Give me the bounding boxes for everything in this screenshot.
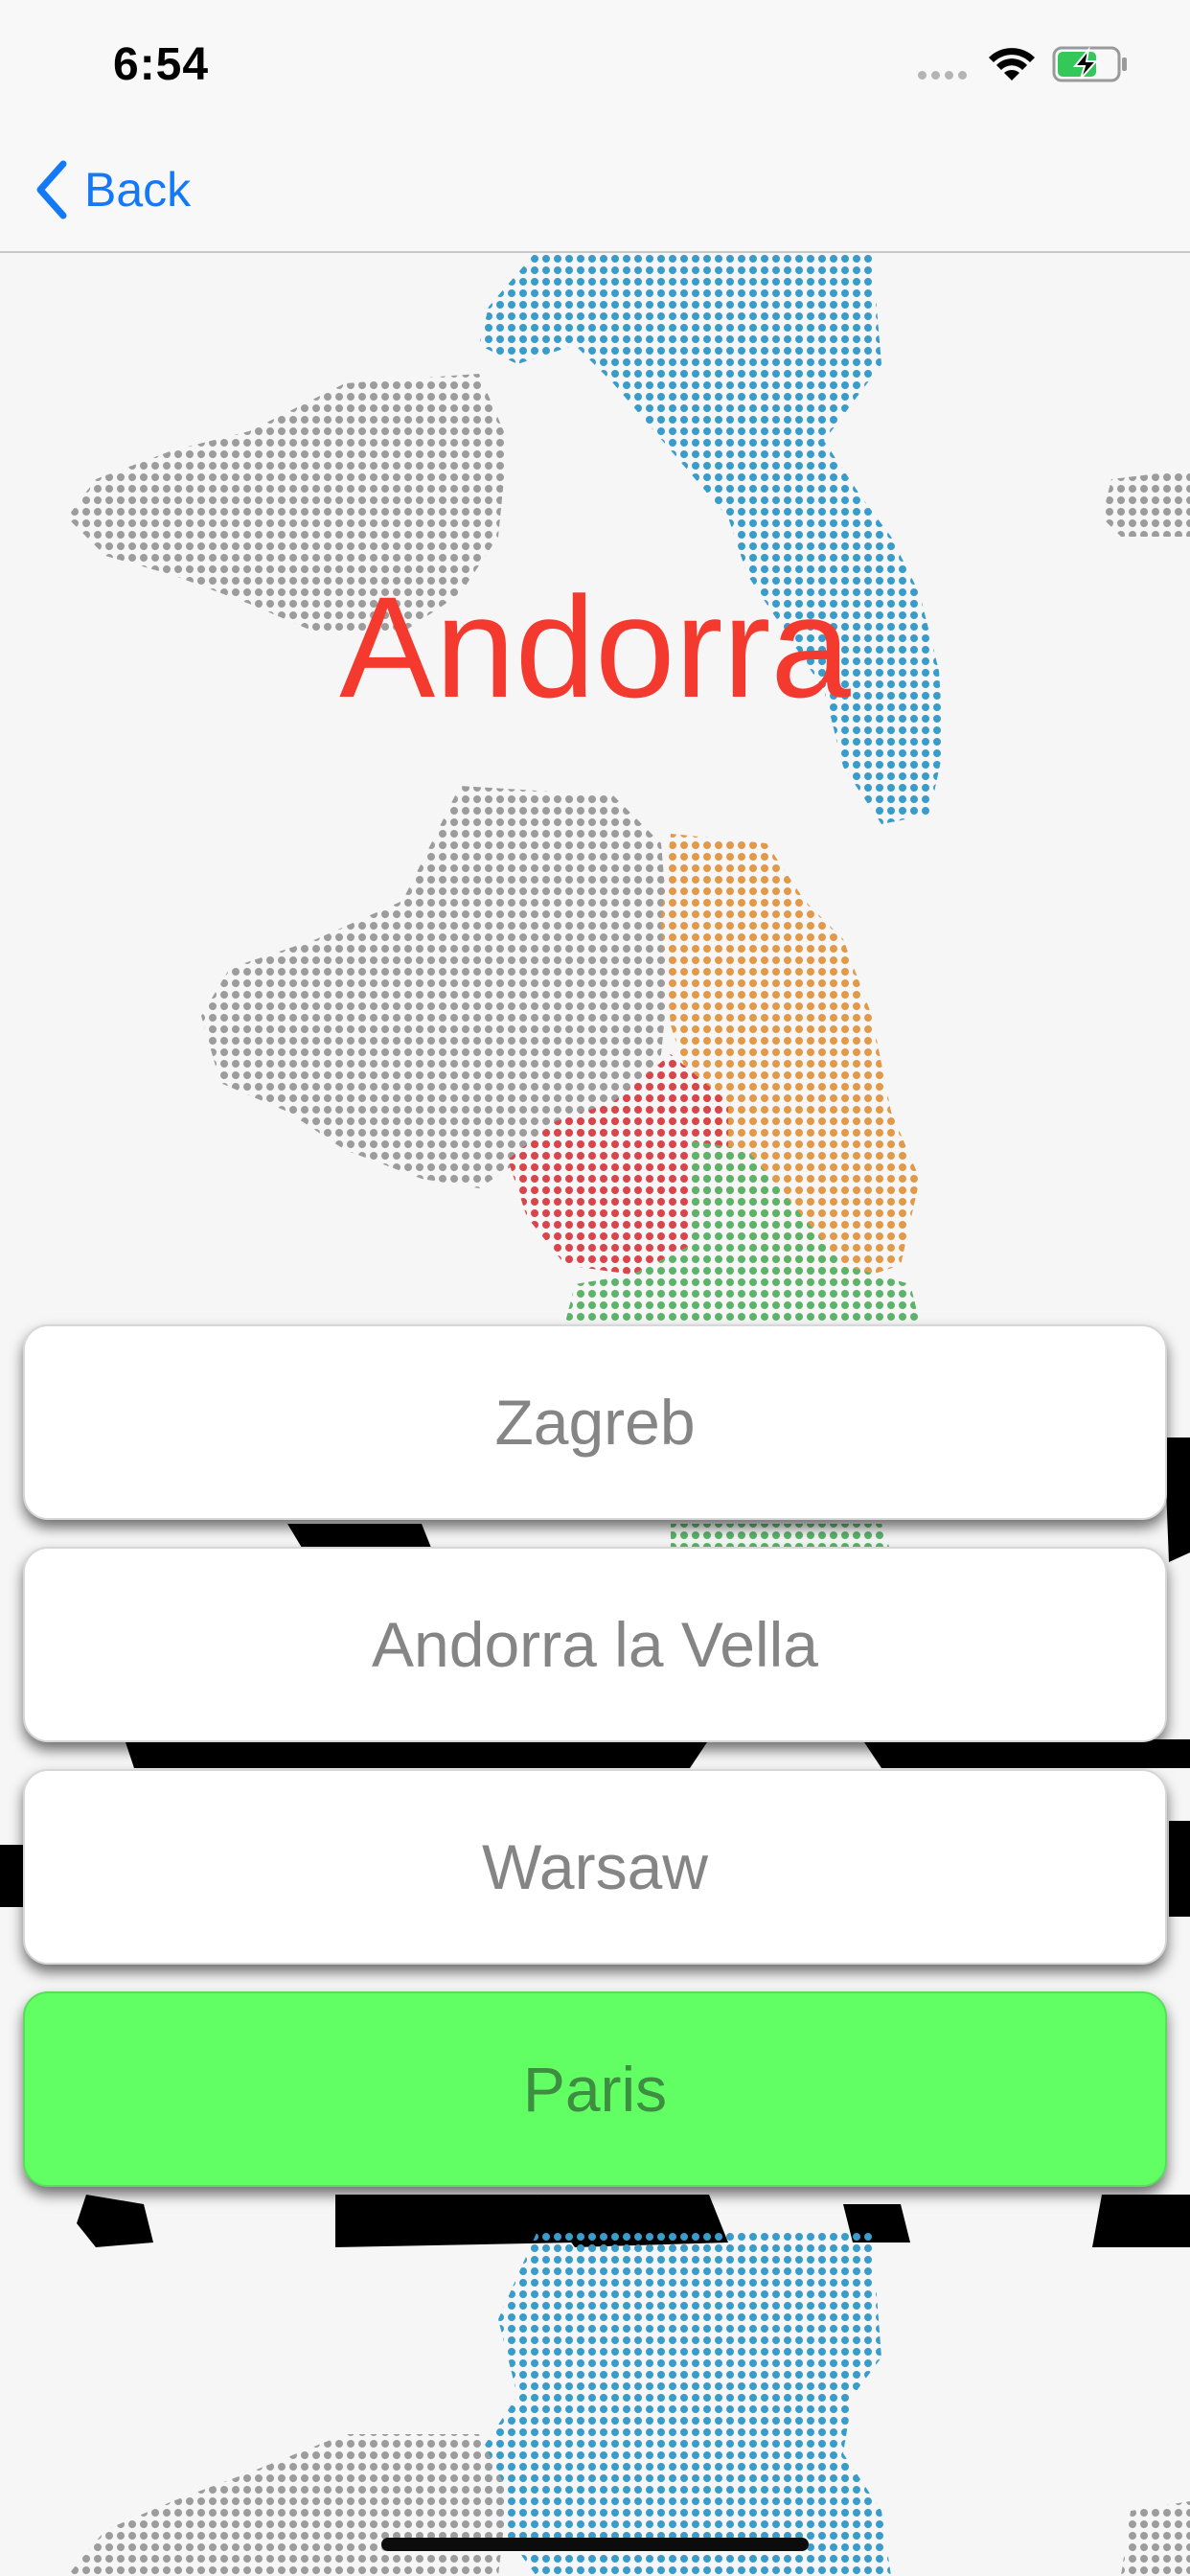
map-black-mid-right xyxy=(1169,1821,1190,1917)
status-bar: 6:54 xyxy=(0,0,1190,126)
answer-button-4-highlighted[interactable]: Paris xyxy=(23,1991,1167,2187)
map-black-right xyxy=(1164,1438,1190,1562)
home-indicator[interactable] xyxy=(381,2538,809,2551)
status-time: 6:54 xyxy=(113,39,210,90)
quiz-screen: 6:54 Back Andorra Zagreb Andorra la Vell… xyxy=(0,0,1190,2576)
map-region-gray-bottom-right xyxy=(1121,2501,1190,2576)
answer-button-3[interactable]: Warsaw xyxy=(23,1769,1167,1965)
answer-button-2[interactable]: Andorra la Vella xyxy=(23,1547,1167,1742)
navigation-bar: Back xyxy=(0,126,1190,253)
answer-label: Warsaw xyxy=(482,1831,708,1902)
battery-charging-icon xyxy=(1052,46,1127,82)
answer-button-1[interactable]: Zagreb xyxy=(23,1324,1167,1520)
map-region-blue-top xyxy=(479,251,944,824)
answer-list: Zagreb Andorra la Vella Warsaw Paris xyxy=(23,1324,1167,2214)
map-region-gray-right xyxy=(1102,470,1190,537)
country-title: Andorra xyxy=(339,566,851,727)
back-label: Back xyxy=(84,163,192,217)
back-button[interactable]: Back xyxy=(33,155,191,224)
map-region-gray-bottom xyxy=(67,2434,508,2576)
wifi-icon xyxy=(989,48,1035,80)
answer-label: Paris xyxy=(522,2054,668,2125)
signal-dots-icon xyxy=(918,71,972,80)
map-region-blue-bottom xyxy=(479,2233,891,2576)
chevron-left-icon xyxy=(36,160,67,219)
answer-label: Zagreb xyxy=(494,1387,696,1458)
answer-label: Andorra la Vella xyxy=(372,1609,818,1680)
